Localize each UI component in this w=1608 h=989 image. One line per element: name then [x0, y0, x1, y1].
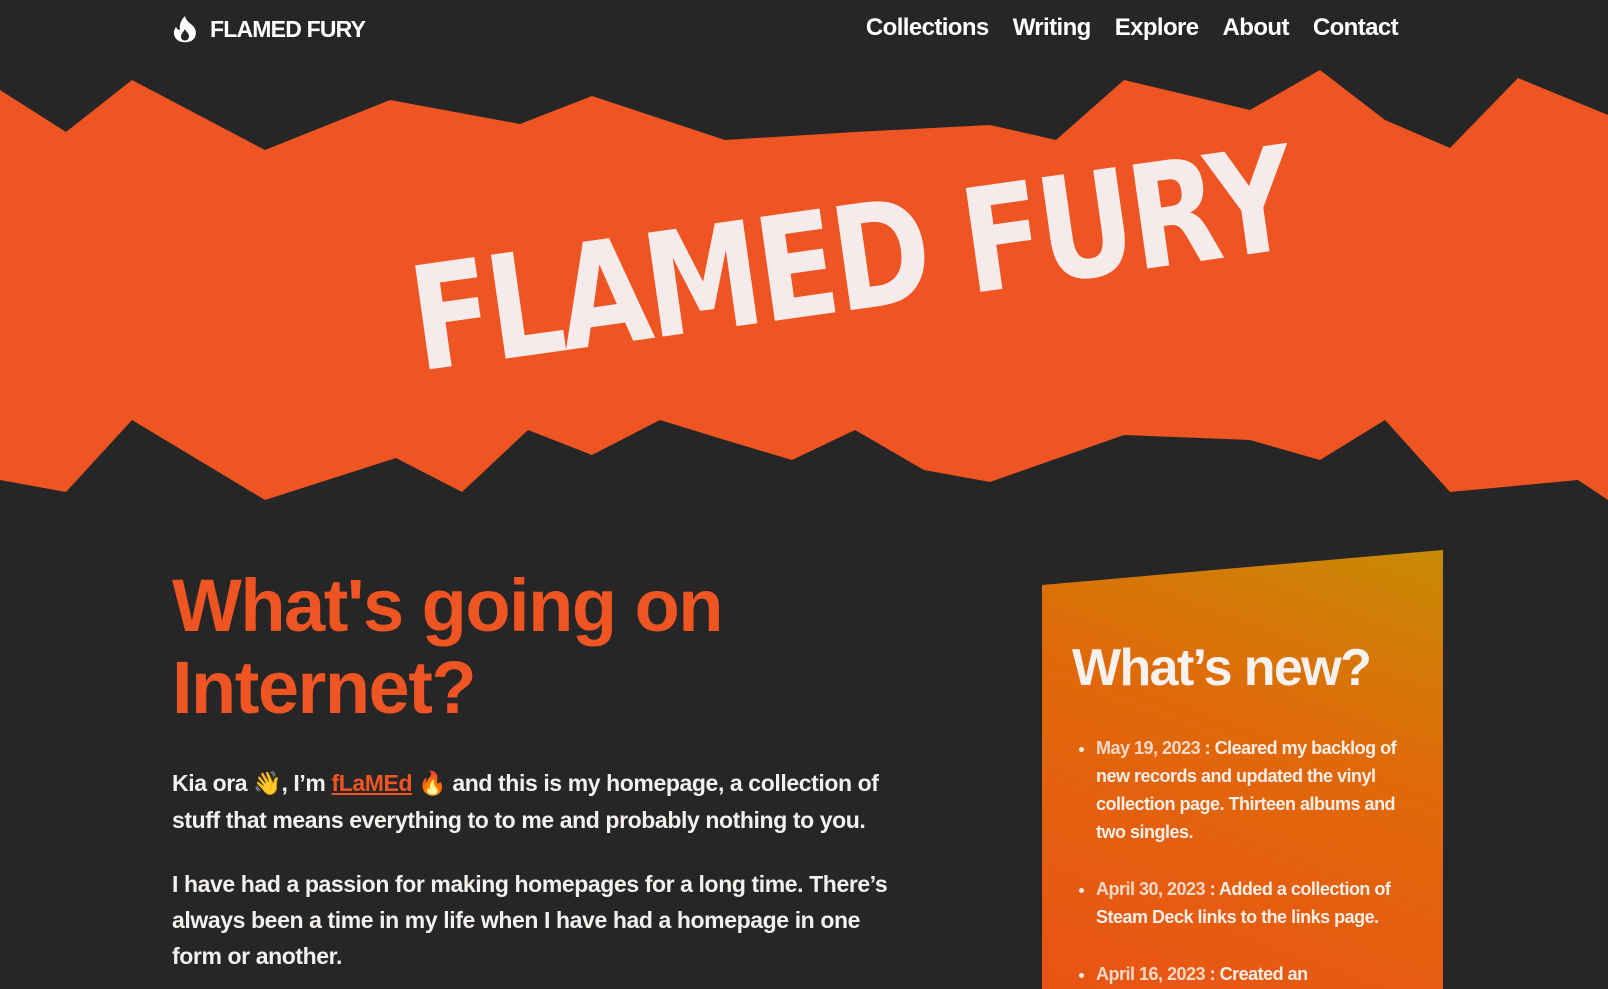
page: FLAMED FURY Collections Writing Explore …: [0, 0, 1608, 989]
hero-banner: FLAMED FURY: [0, 60, 1608, 520]
news-text: : Created an: [1205, 964, 1309, 984]
news-item: May 19, 2023 : Cleared my backlog of new…: [1096, 734, 1417, 846]
nav-links: Collections Writing Explore About Contac…: [842, 14, 1399, 42]
passion-paragraph: I have had a passion for making homepage…: [172, 871, 888, 969]
top-nav: FLAMED FURY Collections Writing Explore …: [0, 0, 1608, 60]
brand-name: FLAMED FURY: [210, 15, 366, 42]
intro-paragraph: Kia ora 👋, I’m fLaMEd 🔥 and this is my h…: [172, 765, 912, 838]
main-content: What's going on Internet? Kia ora 👋, I’m…: [172, 565, 932, 974]
news-date: April 16, 2023: [1096, 964, 1206, 984]
news-list: May 19, 2023 : Cleared my backlog of new…: [1072, 734, 1417, 988]
news-date: April 30, 2023: [1096, 879, 1206, 899]
flame-icon: [173, 16, 196, 43]
waving-hand-icon: 👋: [253, 771, 282, 797]
brand-link[interactable]: FLAMED FURY: [172, 15, 366, 43]
fire-icon: 🔥: [418, 771, 447, 797]
intro-prefix: Kia ora: [172, 770, 248, 796]
name-link[interactable]: fLaMEd: [331, 770, 412, 796]
news-date: May 19, 2023: [1096, 738, 1201, 758]
page-heading: What's going on Internet?: [172, 565, 932, 729]
nav-link-explore[interactable]: Explore: [1115, 14, 1199, 42]
whats-new-title: What’s new?: [1072, 639, 1372, 697]
nav-link-contact[interactable]: Contact: [1313, 14, 1399, 42]
nav-link-collections[interactable]: Collections: [866, 14, 989, 42]
page-heading-line1: What's going on: [172, 564, 724, 647]
intro-im: , I’m: [281, 770, 326, 796]
page-heading-line2: Internet?: [172, 646, 477, 729]
nav-link-about[interactable]: About: [1223, 14, 1290, 42]
nav-link-writing[interactable]: Writing: [1013, 14, 1092, 42]
whats-new-card: What’s new? May 19, 2023 : Cleared my ba…: [1042, 550, 1443, 989]
news-item: April 30, 2023 : Added a collection of S…: [1096, 875, 1417, 931]
news-item: April 16, 2023 : Created an: [1096, 960, 1417, 988]
